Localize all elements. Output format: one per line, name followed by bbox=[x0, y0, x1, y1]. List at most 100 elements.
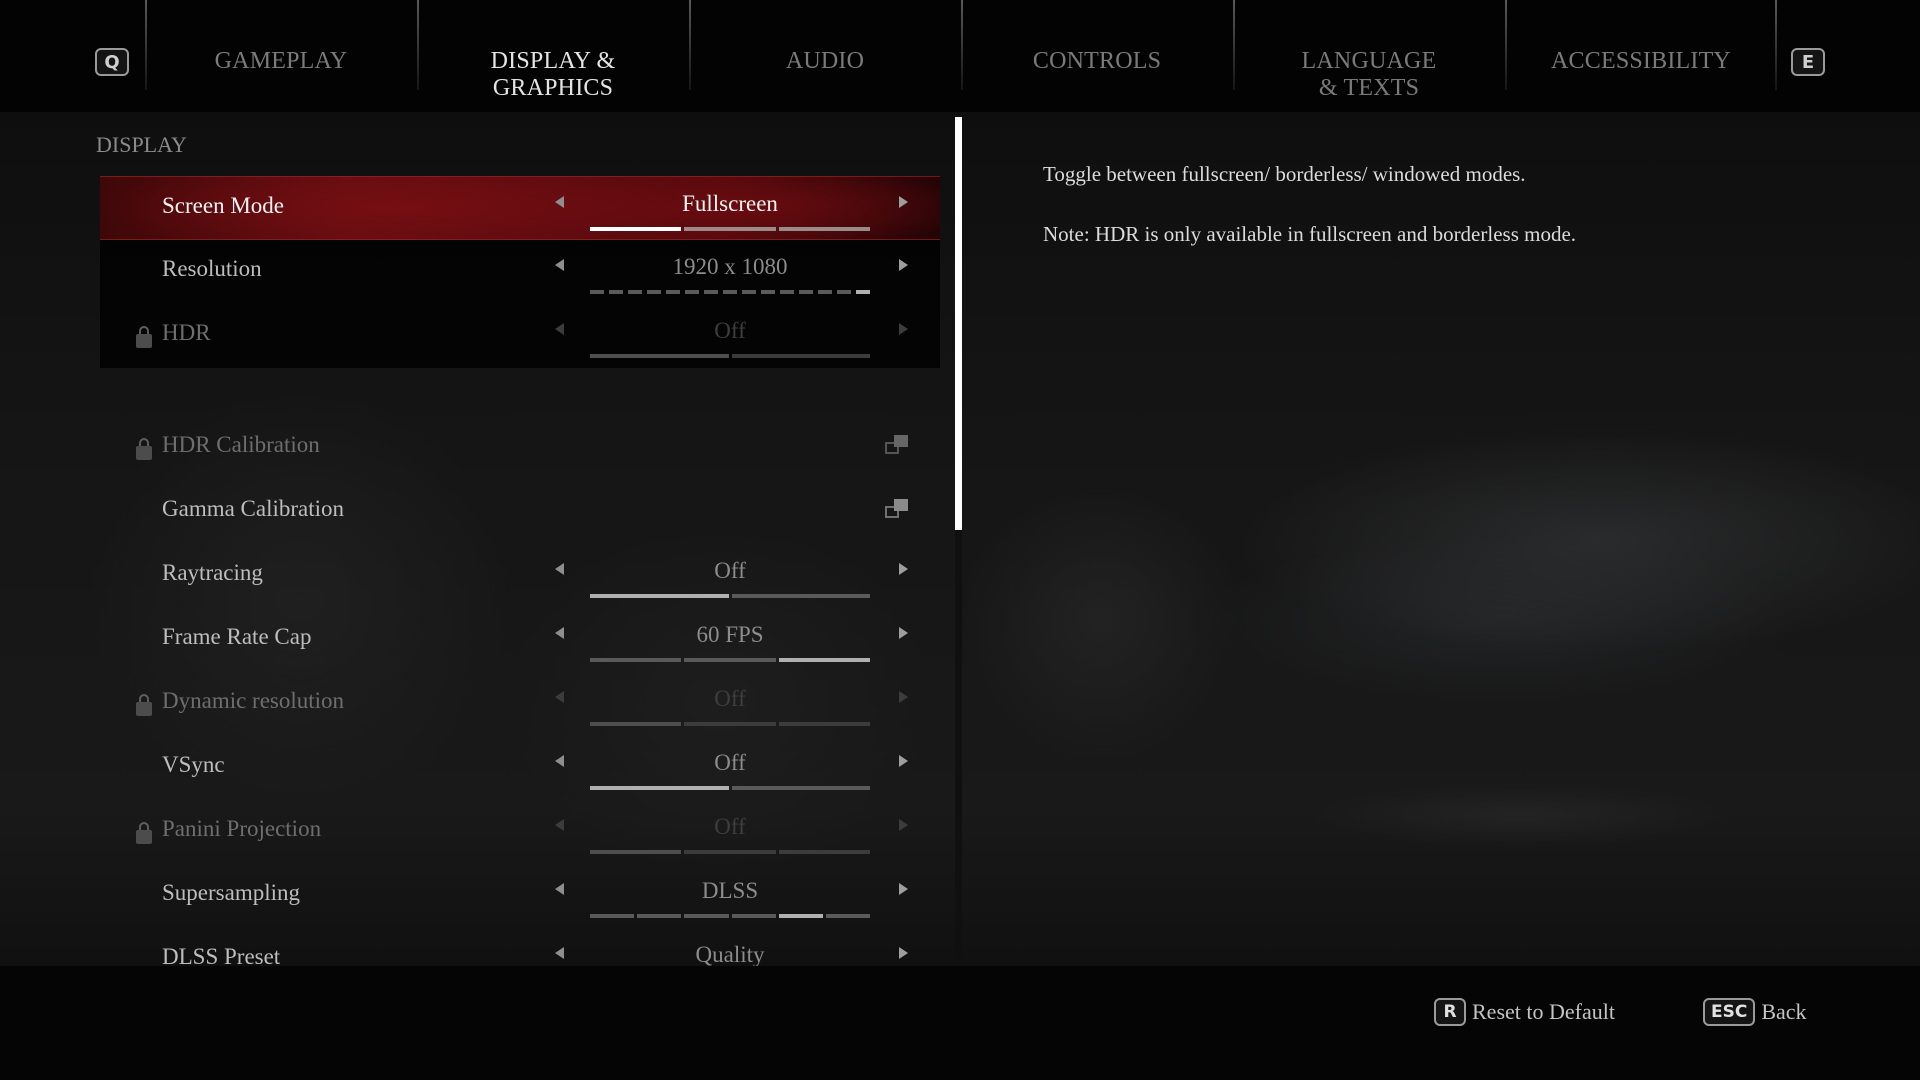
option-segment bbox=[684, 914, 729, 918]
arrow-right-icon[interactable] bbox=[899, 947, 908, 959]
option-segment bbox=[590, 658, 682, 662]
setting-row-screen-mode[interactable]: Screen Mode Fullscreen bbox=[100, 176, 940, 240]
back-button[interactable]: ESC Back bbox=[1703, 998, 1807, 1026]
option-segment bbox=[731, 594, 870, 598]
arrow-right-icon[interactable] bbox=[899, 259, 908, 271]
option-segment bbox=[778, 914, 823, 918]
setting-label: Supersampling bbox=[162, 880, 300, 905]
option-segment bbox=[731, 354, 870, 358]
tab-language-texts[interactable]: LANGUAGE & TEXTS bbox=[1233, 48, 1505, 102]
arrow-left-icon[interactable] bbox=[555, 563, 564, 575]
arrow-left-icon[interactable] bbox=[555, 947, 564, 959]
option-segment bbox=[742, 290, 756, 294]
option-segment bbox=[723, 290, 737, 294]
option-indicator bbox=[590, 914, 871, 918]
lock-icon bbox=[136, 822, 152, 844]
lock-icon bbox=[136, 326, 152, 348]
tab-divider bbox=[1505, 0, 1507, 90]
back-label: Back bbox=[1761, 999, 1807, 1024]
setting-value: 60 FPS bbox=[696, 622, 764, 647]
setting-value: DLSS bbox=[701, 878, 759, 903]
next-tab-key[interactable]: E bbox=[1791, 48, 1825, 76]
option-segment bbox=[590, 722, 682, 726]
setting-label: HDR Calibration bbox=[162, 432, 320, 457]
tab-display-graphics[interactable]: DISPLAY & GRAPHICS bbox=[417, 48, 689, 102]
arrow-right-icon[interactable] bbox=[899, 627, 908, 639]
tab-divider bbox=[1775, 0, 1777, 90]
description-note: Note: HDR is only available in fullscree… bbox=[1043, 222, 1577, 246]
arrow-left-icon[interactable] bbox=[555, 883, 564, 895]
description-text: Toggle between fullscreen/ borderless/ w… bbox=[1043, 162, 1526, 186]
option-segment bbox=[818, 290, 832, 294]
external-window-icon bbox=[885, 434, 911, 458]
option-segment bbox=[761, 290, 775, 294]
option-segment bbox=[778, 722, 870, 726]
option-segment bbox=[704, 290, 718, 294]
arrow-left-icon[interactable] bbox=[555, 627, 564, 639]
option-segment bbox=[731, 914, 776, 918]
arrow-left-icon bbox=[555, 323, 564, 335]
option-segment bbox=[590, 850, 682, 854]
setting-row-raytracing[interactable]: Raytracing Off bbox=[100, 544, 940, 608]
option-segment bbox=[837, 290, 851, 294]
arrow-left-icon[interactable] bbox=[555, 196, 564, 208]
prev-tab-key[interactable]: Q bbox=[95, 48, 129, 76]
tab-audio[interactable]: AUDIO bbox=[689, 48, 961, 75]
arrow-right-icon bbox=[899, 323, 908, 335]
option-indicator bbox=[590, 227, 870, 231]
arrow-left-icon[interactable] bbox=[555, 755, 564, 767]
tab-divider bbox=[689, 0, 691, 90]
option-segment bbox=[684, 227, 776, 231]
setting-label: Resolution bbox=[162, 256, 262, 281]
setting-label: Raytracing bbox=[162, 560, 263, 585]
option-segment bbox=[628, 290, 642, 294]
option-segment bbox=[590, 914, 635, 918]
arrow-left-icon[interactable] bbox=[555, 259, 564, 271]
arrow-left-icon bbox=[555, 691, 564, 703]
reset-label: Reset to Default bbox=[1472, 999, 1615, 1024]
option-indicator bbox=[590, 722, 870, 726]
option-segment bbox=[780, 290, 794, 294]
section-title: DISPLAY bbox=[96, 132, 187, 157]
option-segment bbox=[685, 290, 699, 294]
option-segment bbox=[684, 658, 776, 662]
tab-controls[interactable]: CONTROLS bbox=[961, 48, 1233, 75]
arrow-left-icon bbox=[555, 819, 564, 831]
setting-row-supersampling[interactable]: Supersampling DLSS bbox=[100, 864, 940, 928]
setting-value: Off bbox=[714, 558, 746, 583]
option-segment bbox=[609, 290, 623, 294]
lock-icon bbox=[136, 694, 152, 716]
setting-row-frame-rate-cap[interactable]: Frame Rate Cap 60 FPS bbox=[100, 608, 940, 672]
option-segment bbox=[647, 290, 661, 294]
option-indicator bbox=[590, 658, 870, 662]
setting-value: Off bbox=[714, 686, 746, 711]
arrow-right-icon[interactable] bbox=[899, 563, 908, 575]
option-segment bbox=[778, 850, 870, 854]
setting-label: Dynamic resolution bbox=[162, 688, 345, 713]
option-segment bbox=[637, 914, 682, 918]
setting-label: Screen Mode bbox=[162, 193, 284, 218]
setting-row-gamma-calibration[interactable]: Gamma Calibration bbox=[100, 480, 940, 544]
reset-to-default-button[interactable]: R Reset to Default bbox=[1434, 998, 1615, 1026]
option-segment bbox=[590, 594, 729, 598]
arrow-right-icon[interactable] bbox=[899, 755, 908, 767]
esc-key-badge: ESC bbox=[1703, 998, 1756, 1026]
tab-gameplay[interactable]: GAMEPLAY bbox=[145, 48, 417, 75]
setting-label: VSync bbox=[162, 752, 225, 777]
option-segment bbox=[590, 290, 604, 294]
option-segment bbox=[778, 227, 870, 231]
option-indicator bbox=[590, 594, 870, 598]
setting-label: HDR bbox=[162, 320, 211, 345]
arrow-right-icon[interactable] bbox=[899, 883, 908, 895]
external-window-icon[interactable] bbox=[885, 498, 911, 522]
tab-accessibility[interactable]: ACCESSIBILITY bbox=[1505, 48, 1777, 75]
arrow-right-icon bbox=[899, 691, 908, 703]
footer-bar bbox=[0, 966, 1920, 1080]
option-indicator bbox=[590, 290, 870, 294]
setting-row-resolution[interactable]: Resolution 1920 x 1080 bbox=[100, 240, 940, 304]
scrollbar-thumb[interactable] bbox=[955, 117, 962, 530]
option-segment bbox=[856, 290, 870, 294]
setting-row-vsync[interactable]: VSync Off bbox=[100, 736, 940, 800]
arrow-right-icon[interactable] bbox=[899, 196, 908, 208]
setting-label: Panini Projection bbox=[162, 816, 322, 841]
